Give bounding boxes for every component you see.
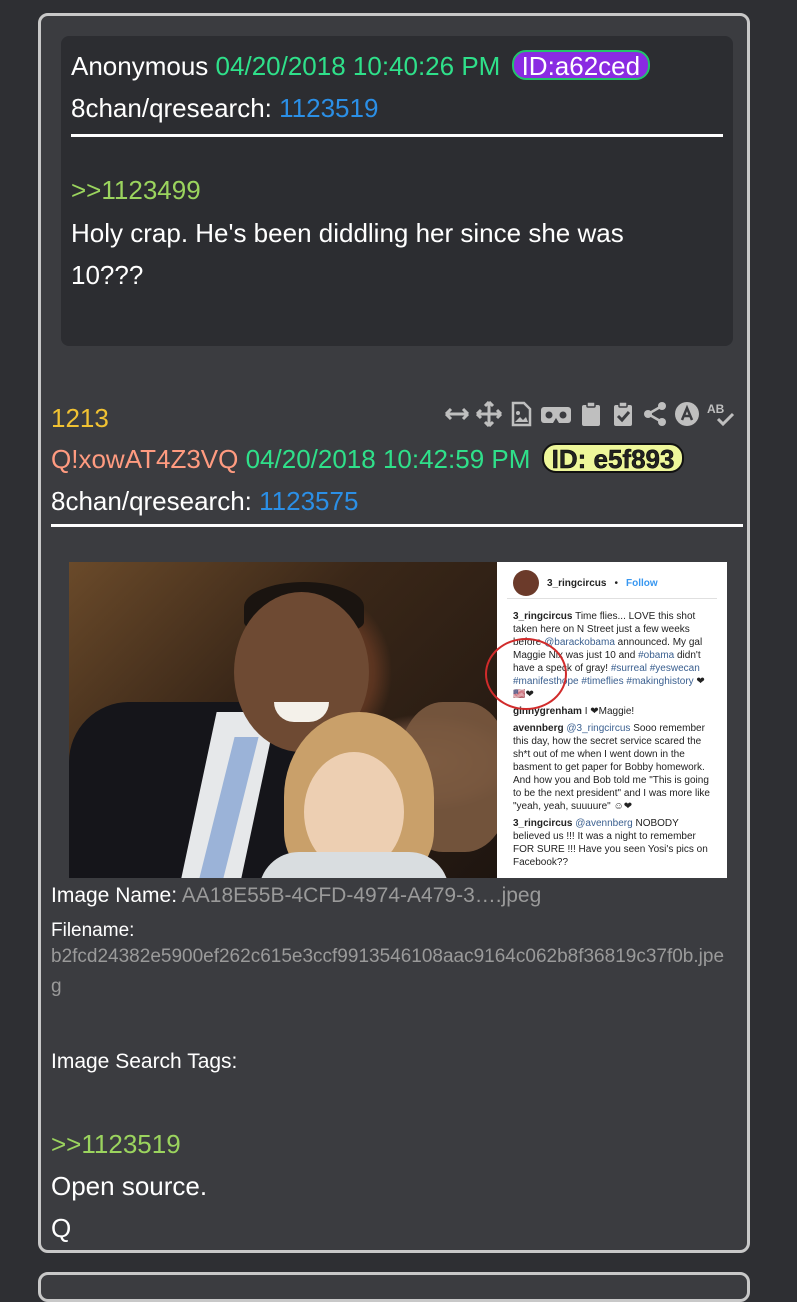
author-name: Anonymous	[71, 51, 209, 81]
post-body-line: Holy crap. He's been diddling her since …	[71, 218, 624, 248]
q-post-header: Q!xowAT4Z3VQ 04/20/2018 10:42:59 PM ID: …	[51, 443, 685, 475]
tripcode: !xowAT4Z3VQ	[71, 444, 239, 474]
divider	[71, 134, 723, 137]
divider	[51, 524, 743, 527]
share-icon[interactable]	[642, 401, 668, 427]
red-circle-annotation	[485, 638, 567, 710]
image-file-icon[interactable]	[508, 401, 534, 427]
post-image[interactable]: 3_ringcircus • Follow 3_ringcircus Time …	[69, 562, 727, 878]
board-line: 8chan/qresearch: 1123519	[71, 92, 378, 124]
clipboard-check-icon[interactable]	[610, 401, 636, 427]
board-line: 8chan/qresearch: 1123575	[51, 485, 358, 517]
board-name: 8chan/qresearch:	[71, 93, 272, 123]
instagram-comment: 3_ringcircus @avennberg NOBODY believed …	[513, 818, 708, 868]
svg-text:AB: AB	[707, 402, 725, 416]
post-card: Anonymous 04/20/2018 10:40:26 PM ID:a62c…	[38, 13, 750, 1253]
post-body-line: Open source.	[51, 1171, 208, 1201]
post-index: 1213	[51, 403, 109, 433]
poster-id-badge[interactable]: ID:a62ced	[511, 50, 651, 80]
instagram-screenshot: 3_ringcircus • Follow 3_ringcircus Time …	[485, 562, 727, 878]
text-a-icon[interactable]	[674, 401, 700, 427]
post-body: Holy crap. He's been diddling her since …	[71, 212, 691, 296]
board-name: 8chan/qresearch:	[51, 486, 252, 516]
spellcheck-icon[interactable]: AB	[706, 401, 738, 427]
clipboard-icon[interactable]	[578, 401, 604, 427]
post-toolbar: AB	[444, 398, 738, 430]
instagram-username: 3_ringcircus	[547, 577, 607, 589]
post-header: Anonymous 04/20/2018 10:40:26 PM ID:a62c…	[71, 50, 651, 82]
quoted-post: Anonymous 04/20/2018 10:40:26 PM ID:a62c…	[61, 36, 733, 346]
filename[interactable]: b2fcd24382e5900ef262c615e3ccf9913546108a…	[51, 942, 731, 1002]
arrows-horizontal-icon[interactable]	[444, 401, 470, 427]
post-body-line: 10???	[71, 260, 144, 290]
instagram-comment: ginnygrenham I ❤Maggie!	[513, 706, 635, 717]
next-post-card	[38, 1272, 750, 1302]
image-name-line: Image Name: AA18E55B-4CFD-4974-A479-3….j…	[51, 880, 541, 912]
post-datetime: 04/20/2018 10:42:59 PM	[245, 444, 531, 474]
tripcode-prefix: Q	[51, 444, 72, 474]
post-number-link[interactable]: 1123519	[279, 93, 378, 123]
move-icon[interactable]	[475, 400, 503, 428]
post-body-line: Q	[51, 1213, 72, 1243]
reply-link[interactable]: >>1123499	[71, 174, 201, 206]
post-datetime: 04/20/2018 10:40:26 PM	[215, 51, 501, 81]
post-body: Open source. Q	[51, 1165, 671, 1249]
photo	[69, 562, 497, 878]
vr-icon[interactable]	[540, 401, 572, 427]
post-number-link[interactable]: 1123575	[259, 486, 358, 516]
instagram-comment: avennberg @3_ringcircus Sooo remember th…	[513, 723, 710, 812]
reply-link[interactable]: >>1123519	[51, 1128, 181, 1160]
poster-id-badge[interactable]: ID: e5f893	[541, 443, 685, 473]
instagram-avatar	[513, 570, 539, 596]
image-search-tags-label: Image Search Tags:	[51, 1050, 238, 1073]
image-name[interactable]: AA18E55B-4CFD-4974-A479-3….jpeg	[182, 884, 542, 907]
instagram-follow: Follow	[626, 577, 658, 589]
image-name-label: Image Name:	[51, 884, 178, 907]
